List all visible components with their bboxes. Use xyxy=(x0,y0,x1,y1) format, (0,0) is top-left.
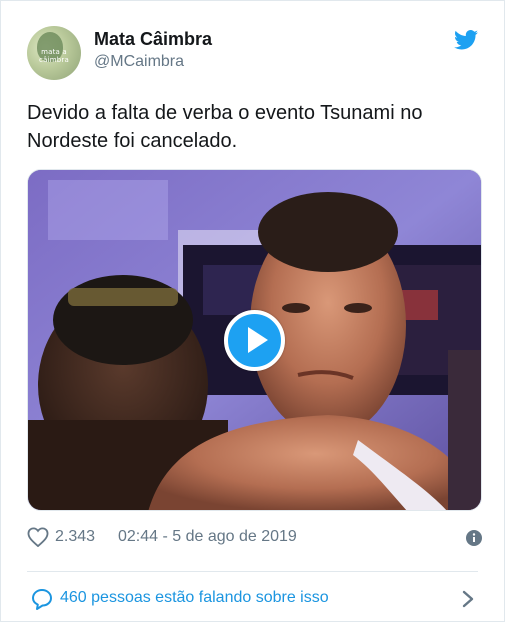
divider xyxy=(27,571,478,572)
timestamp[interactable]: 02:44 - 5 de ago de 2019 xyxy=(118,528,297,546)
talking-count: 460 pessoas estão falando sobre isso xyxy=(60,589,329,606)
chevron-right-icon xyxy=(462,590,474,608)
tweet-text: Devido a falta de verba o evento Tsunami… xyxy=(27,102,423,152)
play-icon xyxy=(248,327,268,353)
tweet-header: mata a câimbra Mata Câimbra @MCaimbra xyxy=(27,26,478,80)
tweet-card: mata a câimbra Mata Câimbra @MCaimbra De… xyxy=(0,0,505,622)
author-handle[interactable]: @MCaimbra xyxy=(94,53,184,71)
tweet-meta: 2.343 02:44 - 5 de ago de 2019 xyxy=(27,525,482,549)
comment-bubble-icon xyxy=(32,589,52,610)
twitter-logo-icon[interactable] xyxy=(454,30,478,50)
avatar[interactable]: mata a câimbra xyxy=(27,26,81,80)
play-button[interactable] xyxy=(224,310,285,371)
like-count[interactable]: 2.343 xyxy=(55,528,95,546)
avatar-text: mata a câimbra xyxy=(39,48,69,64)
author-name[interactable]: Mata Câimbra xyxy=(94,29,212,50)
conversation-link[interactable]: 460 pessoas estão falando sobre isso xyxy=(27,586,478,612)
info-icon[interactable] xyxy=(466,530,482,546)
heart-icon[interactable] xyxy=(27,527,49,547)
